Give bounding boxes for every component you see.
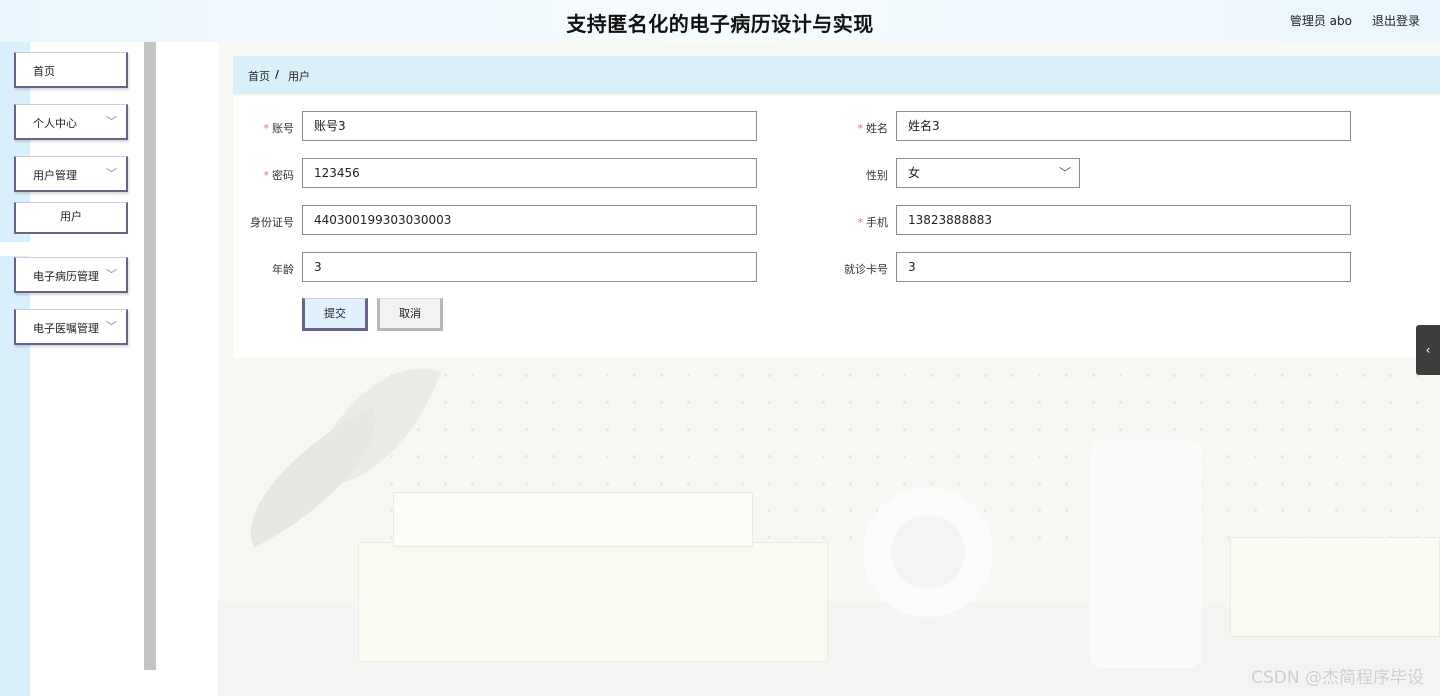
phone-label-text: 手机 — [866, 216, 888, 229]
logout-link[interactable]: 退出登录 — [1372, 12, 1420, 29]
name-label-text: 姓名 — [866, 122, 888, 135]
sidebar-subitem-user[interactable]: 用户 — [14, 202, 128, 234]
chevron-down-icon: ﹀ — [106, 167, 117, 180]
gender-label: 性别 — [866, 169, 888, 182]
sidebar-item-home[interactable]: 首页 — [14, 52, 128, 88]
sidebar-item-label: 电子医嘱管理 — [33, 322, 99, 335]
sidebar-item-order-management[interactable]: 电子医嘱管理 ﹀ — [14, 309, 128, 345]
sidebar-item-label: 首页 — [33, 65, 55, 78]
idcard-input[interactable]: 440300199303030003 — [302, 205, 757, 235]
sidebar-scrollbar[interactable] — [144, 42, 156, 670]
required-mark: * — [857, 122, 864, 135]
sidebar-item-user-management[interactable]: 用户管理 ﹀ — [14, 156, 128, 192]
card-number-input[interactable]: 3 — [896, 252, 1351, 282]
breadcrumb: 首页 / 用户 — [233, 56, 1440, 94]
account-input[interactable]: 账号3 — [302, 111, 757, 141]
submit-button[interactable]: 提交 — [302, 298, 368, 331]
account-label-text: 账号 — [272, 122, 294, 135]
account-label: * 账号 — [204, 120, 295, 136]
phone-label: * 手机 — [798, 214, 889, 230]
password-label: * 密码 — [204, 167, 295, 183]
sidebar-stripe — [0, 42, 30, 696]
age-input[interactable]: 3 — [302, 252, 757, 282]
current-user: 管理员 abo — [1289, 14, 1352, 28]
background-cylinder — [1090, 440, 1202, 668]
sidebar-item-label: 用户管理 — [33, 169, 77, 182]
required-mark: * — [263, 169, 270, 182]
breadcrumb-current: 用户 — [288, 70, 310, 83]
gender-select-value: 女 — [908, 166, 921, 180]
cancel-button[interactable]: 取消 — [377, 298, 443, 331]
name-label: * 姓名 — [798, 120, 889, 136]
background-box-lid — [393, 492, 753, 547]
sidebar-item-emr-management[interactable]: 电子病历管理 ﹀ — [14, 257, 128, 293]
background-box — [358, 542, 828, 662]
chevron-left-icon: ‹ — [1425, 343, 1431, 357]
sidebar-item-label: 个人中心 — [33, 117, 77, 130]
sidebar — [0, 42, 144, 696]
background-box — [1230, 537, 1440, 637]
idcard-label: 身份证号 — [250, 216, 294, 229]
sidebar-item-label: 电子病历管理 — [33, 270, 99, 283]
background-tape-roll — [863, 487, 993, 617]
required-mark: * — [857, 216, 864, 229]
gender-select[interactable]: 女 ﹀ — [896, 158, 1080, 188]
card-number-label: 就诊卡号 — [844, 263, 888, 276]
chevron-down-icon: ﹀ — [1058, 166, 1071, 180]
sidebar-item-personal-center[interactable]: 个人中心 ﹀ — [14, 104, 128, 140]
phone-input[interactable]: 13823888883 — [896, 205, 1351, 235]
password-label-text: 密码 — [272, 169, 294, 182]
watermark: CSDN @杰简程序毕设 — [1251, 668, 1424, 688]
age-label: 年龄 — [272, 263, 294, 276]
top-header: 支持匿名化的电子病历设计与实现 管理员 abo 退出登录 — [0, 0, 1440, 42]
breadcrumb-home[interactable]: 首页 — [248, 68, 270, 84]
chevron-down-icon: ﹀ — [106, 320, 117, 333]
password-input[interactable]: 123456 — [302, 158, 757, 188]
required-mark: * — [263, 122, 270, 135]
chevron-down-icon: ﹀ — [106, 115, 117, 128]
breadcrumb-separator: / — [275, 68, 280, 81]
app-title: 支持匿名化的电子病历设计与实现 — [566, 12, 874, 36]
name-input[interactable]: 姓名3 — [896, 111, 1351, 141]
chevron-down-icon: ﹀ — [106, 268, 117, 281]
collapse-panel-tab[interactable]: ‹ — [1416, 325, 1440, 375]
sidebar-stripe-gap — [0, 242, 30, 256]
